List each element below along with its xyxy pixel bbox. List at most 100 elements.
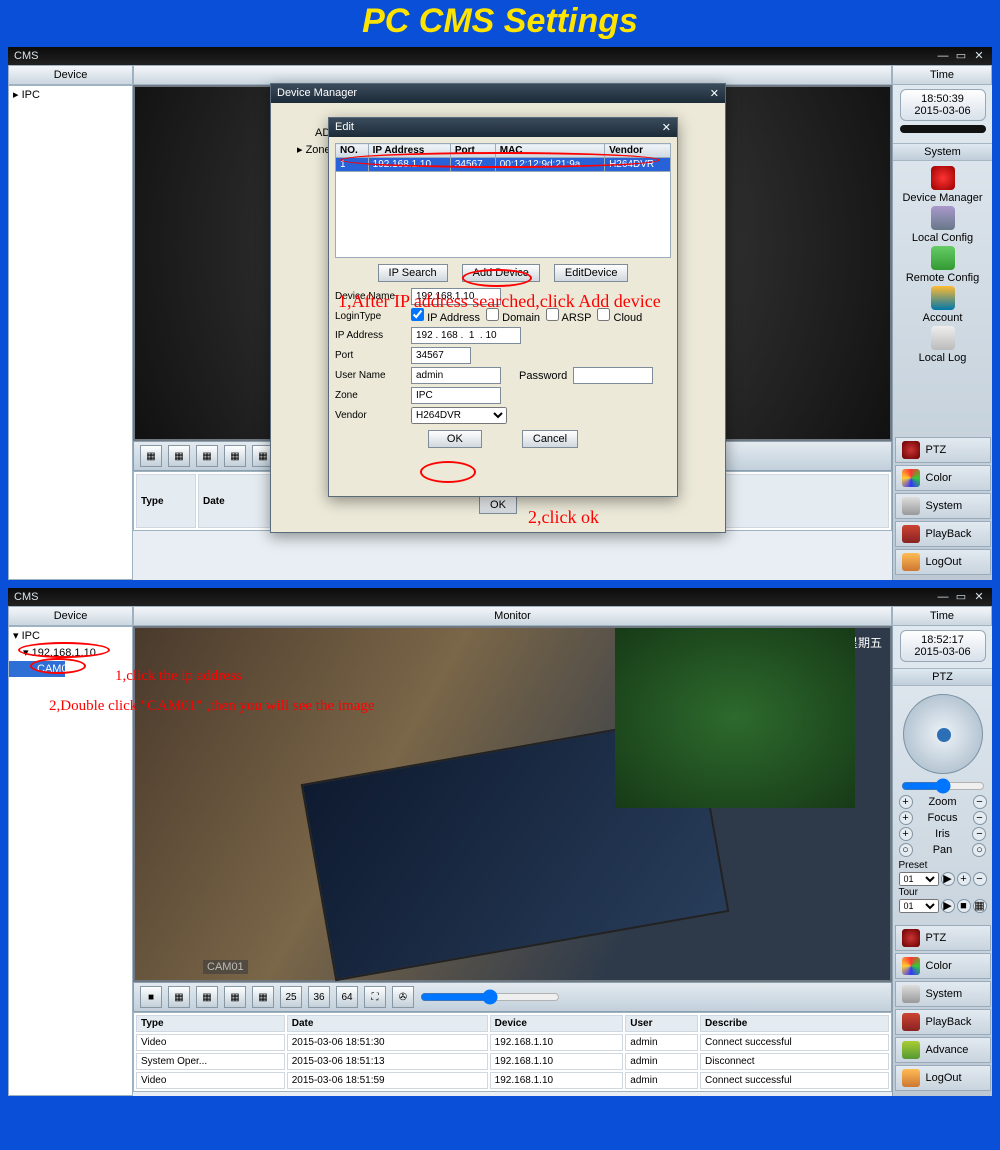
layout-4x4[interactable]: ▦ [224, 445, 246, 467]
l64[interactable]: 64 [336, 986, 358, 1008]
col-device-2: Device [8, 606, 133, 626]
volume-slider[interactable] [420, 989, 560, 1005]
side2-color[interactable]: Color [895, 953, 991, 979]
pwd-input[interactable] [573, 367, 653, 384]
side-ptz[interactable]: PTZ [895, 437, 991, 463]
scene-plant-shape [615, 628, 855, 808]
ann-ellipse-add [462, 269, 532, 287]
tool-icon[interactable]: ✇ [392, 986, 414, 1008]
pan-row: ○Pan○ [899, 843, 987, 857]
minimize-icon[interactable]: — [936, 588, 950, 606]
ip-search-button[interactable]: IP Search [378, 264, 448, 282]
preset-select[interactable]: 01 [899, 872, 939, 886]
user-input[interactable] [411, 367, 501, 384]
ptz-dial[interactable] [903, 694, 983, 774]
tree-root[interactable]: ▸ IPC [9, 86, 132, 103]
fullscreen-icon[interactable]: ⛶ [364, 986, 386, 1008]
l25[interactable]: 25 [280, 986, 302, 1008]
l4[interactable]: ▦ [168, 986, 190, 1008]
tour-grid[interactable]: ▦ [973, 899, 987, 913]
ann-ellipse-cam [30, 658, 86, 674]
cms-window-top: CMS — ▭ ✕ Device Time ▸ IPC H R ▦ ▦ ▦ ▦ … [8, 47, 992, 580]
ptz-head: PTZ [893, 668, 992, 686]
side2-system[interactable]: System [895, 981, 991, 1007]
edit-close-icon[interactable]: ✕ [662, 121, 671, 134]
preset-del[interactable]: − [973, 872, 987, 886]
maximize-icon[interactable]: ▭ [954, 588, 968, 606]
l9[interactable]: ▦ [224, 986, 246, 1008]
zoom-plus[interactable]: + [899, 795, 913, 809]
ptz-center[interactable] [937, 728, 951, 742]
side-color[interactable]: Color [895, 465, 991, 491]
side2-ptz[interactable]: PTZ [895, 925, 991, 951]
col-time-2: Time [892, 606, 992, 626]
col-time: Time [892, 65, 992, 85]
l16[interactable]: ▦ [252, 986, 274, 1008]
remote-config-button[interactable]: Remote Config [899, 245, 987, 285]
layout-1x1[interactable]: ▦ [140, 445, 162, 467]
clock-time: 18:50:39 [901, 93, 985, 105]
cms-window-bottom: CMS — ▭ ✕ Device Monitor Time ▾ IPC ▾ 19… [8, 588, 992, 1096]
side-logout[interactable]: LogOut [895, 549, 991, 575]
side2-playback[interactable]: PlayBack [895, 1009, 991, 1035]
layout-toolbar-2: ■ ▦ ▦ ▦ ▦ 25 36 64 ⛶ ✇ [133, 982, 892, 1012]
device-tree-2[interactable]: ▾ IPC ▾ 192.168.1.10 CAM01 [8, 626, 133, 1096]
l1[interactable]: ■ [140, 986, 162, 1008]
cam-label: CAM01 [203, 960, 248, 974]
account-button[interactable]: Account [899, 285, 987, 325]
close-icon[interactable]: ✕ [972, 47, 986, 65]
preset-label: Preset [899, 860, 987, 871]
maximize-icon[interactable]: ▭ [954, 47, 968, 65]
edit-ok-button[interactable]: OK [428, 430, 482, 448]
device-tree[interactable]: ▸ IPC [8, 85, 133, 580]
ptz-speed-slider[interactable] [901, 778, 985, 794]
annotation-1: 1,After IP address searched,click Add de… [338, 291, 661, 312]
focus-plus[interactable]: + [899, 811, 913, 825]
device-manager-button[interactable]: Device Manager [899, 165, 987, 205]
dm-close-icon[interactable]: ✕ [710, 87, 719, 100]
vendor-select[interactable]: H264DVR [411, 407, 507, 424]
tour-go[interactable]: ▶ [941, 899, 955, 913]
pan-minus[interactable]: ○ [972, 843, 986, 857]
close-icon[interactable]: ✕ [972, 588, 986, 606]
live-video[interactable]: 2015-03-06 18:52:16 星期五 CAM01 1,click th… [133, 626, 892, 982]
l8[interactable]: ▦ [196, 986, 218, 1008]
dm-ok-button[interactable]: OK [479, 496, 517, 514]
zoom-row: +Zoom− [899, 795, 987, 809]
focus-minus[interactable]: − [973, 811, 987, 825]
layout-2x2[interactable]: ▦ [168, 445, 190, 467]
log-row: Video2015-03-06 18:51:59192.168.1.10admi… [136, 1072, 889, 1089]
right-panel-2: 18:52:172015-03-06 PTZ +Zoom− +Focus− +I… [892, 626, 992, 1096]
minimize-icon[interactable]: — [936, 47, 950, 65]
l36[interactable]: 36 [308, 986, 330, 1008]
dm-zone-tree[interactable]: Zone [306, 144, 331, 156]
side2-logout[interactable]: LogOut [895, 1065, 991, 1091]
side-playback[interactable]: PlayBack [895, 521, 991, 547]
iris-minus[interactable]: − [972, 827, 986, 841]
preset-go[interactable]: ▶ [941, 872, 955, 886]
page-banner: PC CMS Settings [0, 0, 1000, 47]
app-title: CMS [14, 47, 38, 65]
app-title-2: CMS [14, 588, 38, 606]
layout-3x3[interactable]: ▦ [196, 445, 218, 467]
zoom-minus[interactable]: − [973, 795, 987, 809]
side-system[interactable]: System [895, 493, 991, 519]
zone-input[interactable] [411, 387, 501, 404]
titlebar: CMS — ▭ ✕ [8, 47, 992, 65]
edit-cancel-button[interactable]: Cancel [522, 430, 578, 448]
tour-stop[interactable]: ■ [957, 899, 971, 913]
local-config-button[interactable]: Local Config [899, 205, 987, 245]
dm-title: Device Manager✕ [271, 84, 725, 103]
annotation-b2: 2,Double click "CAM01" ,then you will se… [49, 698, 375, 715]
local-log-button[interactable]: Local Log [899, 325, 987, 365]
preset-add[interactable]: + [957, 872, 971, 886]
ann-ellipse-ok [420, 461, 476, 483]
pan-plus[interactable]: ○ [899, 843, 913, 857]
port-input[interactable] [411, 347, 471, 364]
iris-plus[interactable]: + [899, 827, 913, 841]
edit-device-button[interactable]: EditDevice [554, 264, 629, 282]
edit-title: Edit✕ [329, 118, 677, 137]
side2-advance[interactable]: Advance [895, 1037, 991, 1063]
ip-input[interactable] [411, 327, 521, 344]
tour-select[interactable]: 01 [899, 899, 939, 913]
